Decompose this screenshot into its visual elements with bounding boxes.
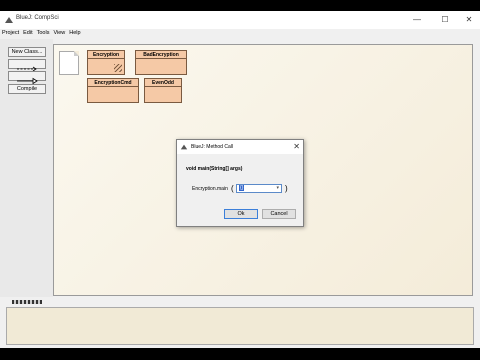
object-bench[interactable]: [6, 307, 474, 345]
class-name: EncryptionCmd: [88, 79, 138, 87]
menubar: Project Edit Tools View Help: [0, 29, 480, 39]
method-signature: void main(String[] args): [186, 166, 243, 172]
menu-project[interactable]: Project: [0, 29, 21, 39]
window-title: BlueJ: CompSci: [16, 15, 59, 21]
minimize-button[interactable]: —: [406, 13, 428, 26]
inheritance-arrow-button[interactable]: [8, 71, 46, 85]
class-name: Encryption: [88, 51, 124, 59]
tool-panel: New Class... Compile: [0, 39, 53, 297]
bluej-app-icon: [180, 144, 188, 150]
compile-button[interactable]: Compile: [8, 84, 46, 94]
ok-button[interactable]: Ok: [224, 209, 258, 219]
titlebar: BlueJ: CompSci — ☐ ✕: [0, 11, 480, 29]
class-name: BadEncryption: [136, 51, 186, 59]
method-call-label: Encryption.main: [192, 186, 228, 192]
new-class-button[interactable]: New Class...: [8, 47, 46, 57]
close-button[interactable]: ✕: [458, 13, 480, 26]
uses-arrow-button[interactable]: [8, 59, 46, 72]
argument-input[interactable]: {} ▾: [236, 184, 282, 193]
menu-view[interactable]: View: [51, 29, 67, 39]
letterbox-top: [0, 0, 480, 11]
class-encryption[interactable]: Encryption: [87, 50, 125, 75]
menu-edit[interactable]: Edit: [21, 29, 34, 39]
class-evenodd[interactable]: EvenOdd: [144, 78, 182, 103]
bluej-app-icon: [5, 17, 13, 23]
close-icon: ✕: [465, 15, 473, 24]
class-name: EvenOdd: [145, 79, 181, 87]
dialog-close-icon[interactable]: ✕: [293, 142, 300, 151]
close-paren: ): [285, 184, 288, 193]
menu-tools[interactable]: Tools: [35, 29, 52, 39]
dialog-title: BlueJ: Method Call: [191, 144, 233, 150]
minimize-icon: —: [413, 15, 421, 24]
progress-indicator: [12, 300, 42, 304]
maximize-button[interactable]: ☐: [434, 13, 456, 26]
cancel-button[interactable]: Cancel: [262, 209, 296, 219]
maximize-icon: ☐: [441, 15, 449, 24]
letterbox-bottom: [0, 348, 480, 360]
class-badencryption[interactable]: BadEncryption: [135, 50, 187, 75]
menu-help[interactable]: Help: [67, 29, 82, 39]
class-encryptioncmd[interactable]: EncryptionCmd: [87, 78, 139, 103]
argument-value: {}: [239, 185, 245, 191]
readme-note-icon[interactable]: [59, 51, 79, 75]
method-call-dialog: BlueJ: Method Call ✕ void main(String[] …: [176, 139, 304, 227]
dropdown-arrow-icon[interactable]: ▾: [276, 185, 279, 192]
dialog-titlebar: BlueJ: Method Call ✕: [177, 140, 303, 154]
open-paren: (: [231, 184, 234, 193]
